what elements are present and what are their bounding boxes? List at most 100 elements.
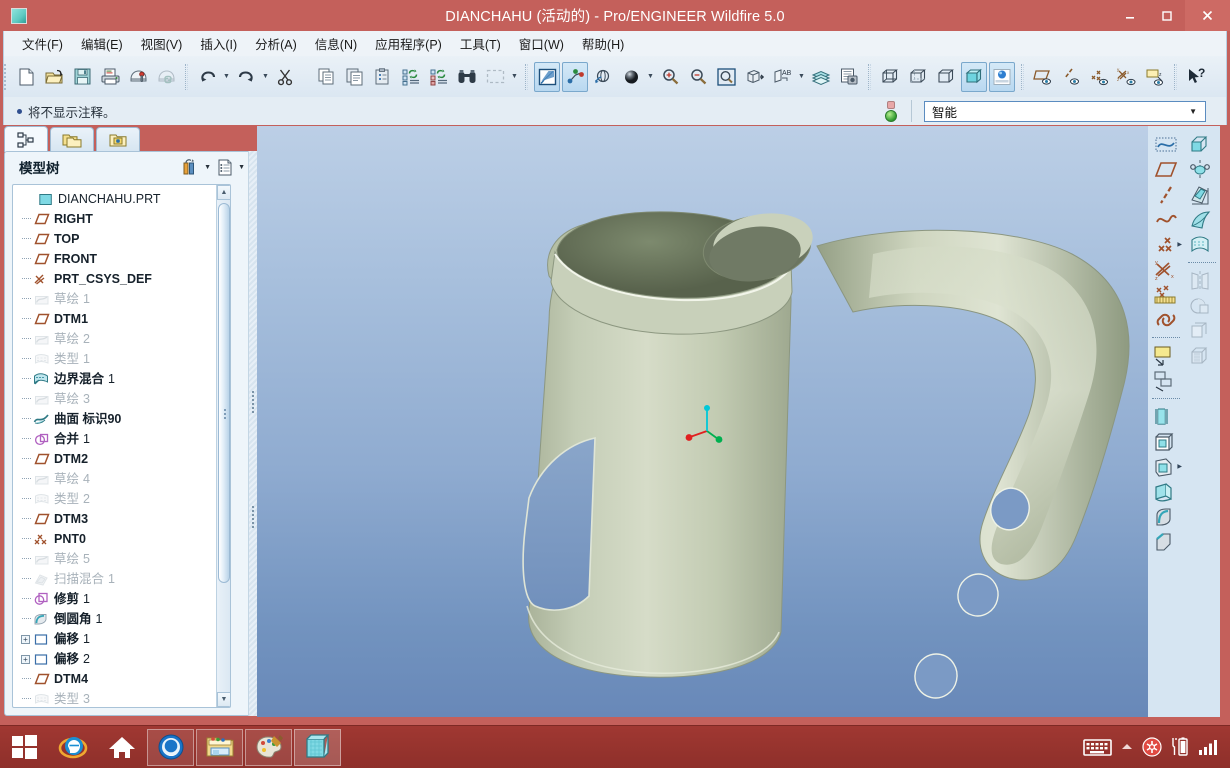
model-tree-item[interactable]: FRONT [13,249,216,269]
undo-arrow-icon[interactable] [194,62,220,92]
datum-axis-icon[interactable] [1151,182,1181,207]
view-name-ab-icon[interactable]: AB [769,62,795,92]
model-tree-item[interactable]: + 偏移 2 [13,649,216,669]
saved-view-icon[interactable] [741,62,767,92]
scroll-up-button[interactable]: ▲ [217,185,230,200]
mesh-surface-icon[interactable] [1187,343,1217,368]
scroll-thumb[interactable] [218,203,230,583]
model-tree-item[interactable]: 曲面 标识90 [13,409,216,429]
model-tree-item[interactable]: 修剪 1 [13,589,216,609]
flyout-arrow-icon[interactable]: ▶ [1177,241,1182,248]
menu-file[interactable]: 文件(F) [14,31,71,56]
repaint-icon[interactable] [534,61,560,92]
favorites-tab[interactable] [96,127,140,152]
file-explorer[interactable] [196,728,243,766]
toolbar-grip[interactable] [4,63,9,90]
analysis-point-icon[interactable] [1151,282,1181,307]
datum-curve-icon[interactable] [1151,207,1181,232]
model-tree-item[interactable]: 草绘 2 [13,329,216,349]
boundary-blend-icon[interactable] [1187,232,1217,257]
copy-pages-icon[interactable] [314,62,340,92]
shading-highlight-icon[interactable] [989,61,1015,92]
menu-view[interactable]: 视图(V) [133,31,191,56]
regeneration-status-icon[interactable] [879,98,903,124]
hidden-line-icon[interactable] [905,62,931,92]
no-hidden-icon[interactable] [933,62,959,92]
annotation-toggle-icon[interactable]: z [1142,62,1168,92]
paint[interactable] [245,728,292,766]
copy-geometry-icon[interactable] [1187,318,1217,343]
reorient-icon[interactable] [590,62,616,92]
model-tree-item[interactable]: DTM2 [13,449,216,469]
panel-splitter[interactable] [248,151,257,716]
binoculars-icon[interactable] [454,62,480,92]
battery[interactable] [1171,737,1189,757]
model-tree-item[interactable]: DTM4 [13,669,216,689]
model-tree-item[interactable]: 合并 1 [13,429,216,449]
security-center[interactable] [1142,737,1162,757]
tree-filters-button[interactable]: ▼ [181,158,211,177]
zoom-in-icon[interactable] [657,62,683,92]
chamfer-icon[interactable] [1151,529,1181,554]
model-tree-tab[interactable] [4,126,48,152]
internet-explorer[interactable] [49,729,96,766]
shade-dropdown-icon[interactable]: ▼ [645,63,656,91]
regenerate-icon[interactable] [398,62,424,92]
expand-plus-icon[interactable]: + [19,649,32,669]
model-tree-item[interactable]: DTM1 [13,309,216,329]
model-tree-scrollbar[interactable]: ▲ ▼ [216,185,230,707]
sketch-curve-icon[interactable] [1151,132,1181,157]
viewname-dropdown-icon[interactable]: ▼ [796,63,807,91]
mirror-icon[interactable] [1187,268,1217,293]
menu-analysis[interactable]: 分析(A) [247,31,305,56]
scissors-icon[interactable] [272,62,298,92]
model-tree-item[interactable]: 草绘 4 [13,469,216,489]
network-signal[interactable] [1198,738,1220,756]
zoom-out-icon[interactable] [685,62,711,92]
datum-point-toggle-icon[interactable] [1086,62,1112,92]
show-hidden-icons[interactable] [1121,742,1133,752]
model-tree-item[interactable]: 草绘 5 [13,549,216,569]
marquee-select-icon[interactable] [482,62,508,92]
proengineer[interactable] [294,728,341,766]
layers-icon[interactable] [808,62,834,92]
menu-tools[interactable]: 工具(T) [452,31,509,56]
model-tree-item[interactable]: + 偏移 1 [13,629,216,649]
csys-icon[interactable]: y z x [1151,257,1181,282]
chevron-down-icon[interactable]: ▼ [238,164,245,171]
model-tree-item[interactable]: RIGHT [13,209,216,229]
datum-plane-icon[interactable] [1151,157,1181,182]
selection-filter-dropdown[interactable]: 智能 ▼ [924,100,1206,122]
select-dropdown-icon[interactable]: ▼ [509,63,520,91]
model-tree-item[interactable]: 类型 3 [13,689,216,707]
minimize-button[interactable] [1111,0,1148,31]
hole-icon[interactable] [1151,404,1181,429]
redo-dropdown-icon[interactable]: ▼ [260,63,271,91]
onscreen-keyboard[interactable] [1083,737,1112,757]
blend-surface-icon[interactable] [1187,207,1217,232]
scroll-down-button[interactable]: ▼ [217,692,230,707]
chevron-down-icon[interactable]: ▼ [204,164,211,171]
datum-axis-toggle-icon[interactable] [1058,62,1084,92]
menu-window[interactable]: 窗口(W) [511,31,572,56]
sweep-surface-icon[interactable] [1187,182,1217,207]
model-tree-item[interactable]: PNT0 [13,529,216,549]
model-tree-root-item[interactable]: DIANCHAHU.PRT [13,189,216,209]
pattern-rotate-icon[interactable] [1187,293,1217,318]
model-tree-item[interactable]: PRT_CSYS_DEF [13,269,216,289]
regenerate-red-icon[interactable] [426,62,452,92]
mail-attach-icon[interactable] [125,62,151,92]
menu-insert[interactable]: 插入(I) [192,31,245,56]
shell-icon[interactable] [1151,429,1181,454]
shaded-sphere-icon[interactable] [618,62,644,92]
chevron-down-icon[interactable]: ▼ [1189,107,1205,116]
refit-window-icon[interactable] [713,62,739,92]
model-tree-item[interactable]: DTM3 [13,509,216,529]
menu-edit[interactable]: 编辑(E) [73,31,131,56]
browser-app[interactable] [147,728,194,766]
expand-plus-icon[interactable]: + [19,629,32,649]
mail-link-icon[interactable] [153,62,179,92]
floppy-save-icon[interactable] [69,62,95,92]
chain-reference-icon[interactable] [1151,307,1181,332]
paste-special-icon[interactable] [370,62,396,92]
